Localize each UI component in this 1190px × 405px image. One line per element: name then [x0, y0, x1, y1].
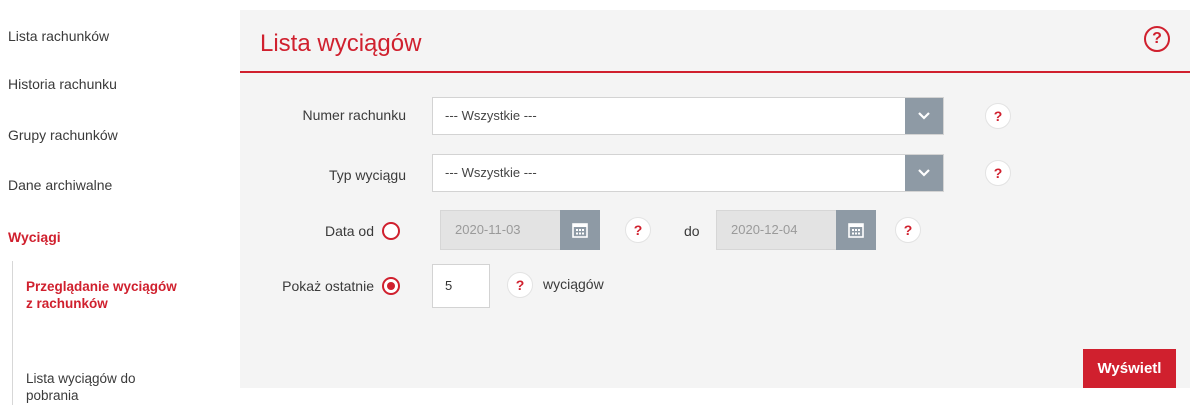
sidebar-item-account-list[interactable]: Lista rachunków — [8, 28, 109, 44]
sidebar-item-account-groups[interactable]: Grupy rachunków — [8, 127, 118, 143]
account-number-help-icon[interactable]: ? — [985, 103, 1011, 129]
help-icon[interactable]: ? — [1144, 26, 1170, 52]
account-number-label: Numer rachunku — [302, 107, 407, 123]
display-button[interactable]: Wyświetl — [1083, 349, 1176, 388]
sidebar-item-statements[interactable]: Wyciągi — [8, 229, 61, 245]
sidebar-item-account-history[interactable]: Historia rachunku — [8, 76, 117, 92]
date-from-field[interactable]: 2020-11-03 — [440, 210, 600, 250]
date-to-help-icon[interactable]: ? — [895, 217, 921, 243]
statement-type-value: --- Wszystkie --- — [445, 165, 537, 180]
date-to-label: do — [684, 223, 700, 239]
submenu-divider — [12, 261, 13, 405]
show-last-unit-label: wyciągów — [543, 276, 604, 292]
page-title: Lista wyciągów — [260, 30, 422, 57]
chevron-down-icon[interactable] — [905, 98, 943, 134]
show-last-label: Pokaż ostatnie — [282, 278, 374, 294]
date-range-radio[interactable] — [382, 222, 400, 240]
submenu-item-browse-statements[interactable]: Przeglądanie wyciągów z rachunków — [26, 278, 186, 312]
date-from-help-icon[interactable]: ? — [625, 217, 651, 243]
calendar-icon[interactable] — [560, 210, 600, 250]
statement-type-label: Typ wyciągu — [328, 167, 406, 183]
sidebar: Lista rachunków Historia rachunku Grupy … — [0, 0, 230, 405]
date-to-field[interactable]: 2020-12-04 — [716, 210, 876, 250]
account-number-value: --- Wszystkie --- — [445, 108, 537, 123]
statement-type-select[interactable]: --- Wszystkie --- — [432, 154, 944, 192]
date-from-label: Data od — [324, 223, 374, 239]
submenu-item-statements-download[interactable]: Lista wyciągów do pobrania — [26, 370, 186, 404]
title-divider — [240, 71, 1190, 73]
calendar-icon[interactable] — [836, 210, 876, 250]
sidebar-item-archive-data[interactable]: Dane archiwalne — [8, 177, 112, 193]
show-last-count-input[interactable]: 5 — [432, 264, 490, 308]
account-number-select[interactable]: --- Wszystkie --- — [432, 97, 944, 135]
show-last-radio[interactable] — [382, 277, 400, 295]
show-last-help-icon[interactable]: ? — [507, 272, 533, 298]
date-to-value: 2020-12-04 — [731, 222, 798, 237]
statement-type-help-icon[interactable]: ? — [985, 160, 1011, 186]
date-from-value: 2020-11-03 — [455, 222, 521, 237]
statements-panel: Lista wyciągów ? Numer rachunku --- Wszy… — [240, 10, 1190, 388]
chevron-down-icon[interactable] — [905, 155, 943, 191]
